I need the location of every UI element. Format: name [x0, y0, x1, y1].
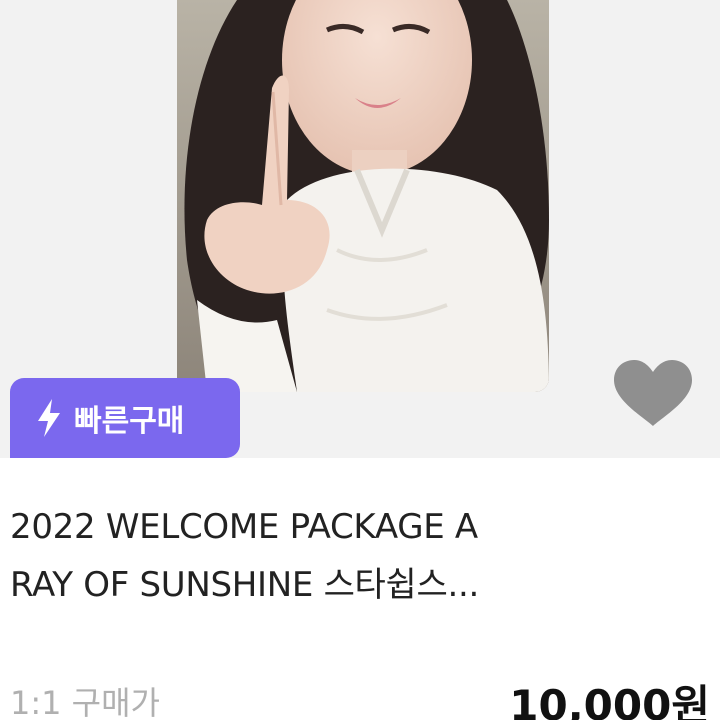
heart-icon[interactable] — [612, 358, 694, 428]
product-photo[interactable] — [177, 0, 549, 392]
product-image-area[interactable]: 빠른구매 — [0, 0, 720, 458]
quick-buy-badge[interactable]: 빠른구매 — [10, 378, 240, 458]
trade-type-label: 1:1 구매가 — [10, 684, 160, 720]
product-title-line-2: RAY OF SUNSHINE 스타쉽스... — [10, 565, 480, 605]
product-card[interactable]: 빠른구매 2022 WELCOME PACKAGE A RAY OF SUNSH… — [0, 0, 720, 720]
price-row: 1:1 구매가 10,000원 — [10, 676, 710, 720]
price: 10,000원 — [509, 681, 710, 720]
product-title-line-1: 2022 WELCOME PACKAGE A — [10, 507, 478, 547]
product-title[interactable]: 2022 WELCOME PACKAGE A RAY OF SUNSHINE 스… — [10, 498, 710, 614]
lightning-bolt-icon — [38, 399, 60, 437]
badge-label: 빠른구매 — [74, 404, 185, 439]
